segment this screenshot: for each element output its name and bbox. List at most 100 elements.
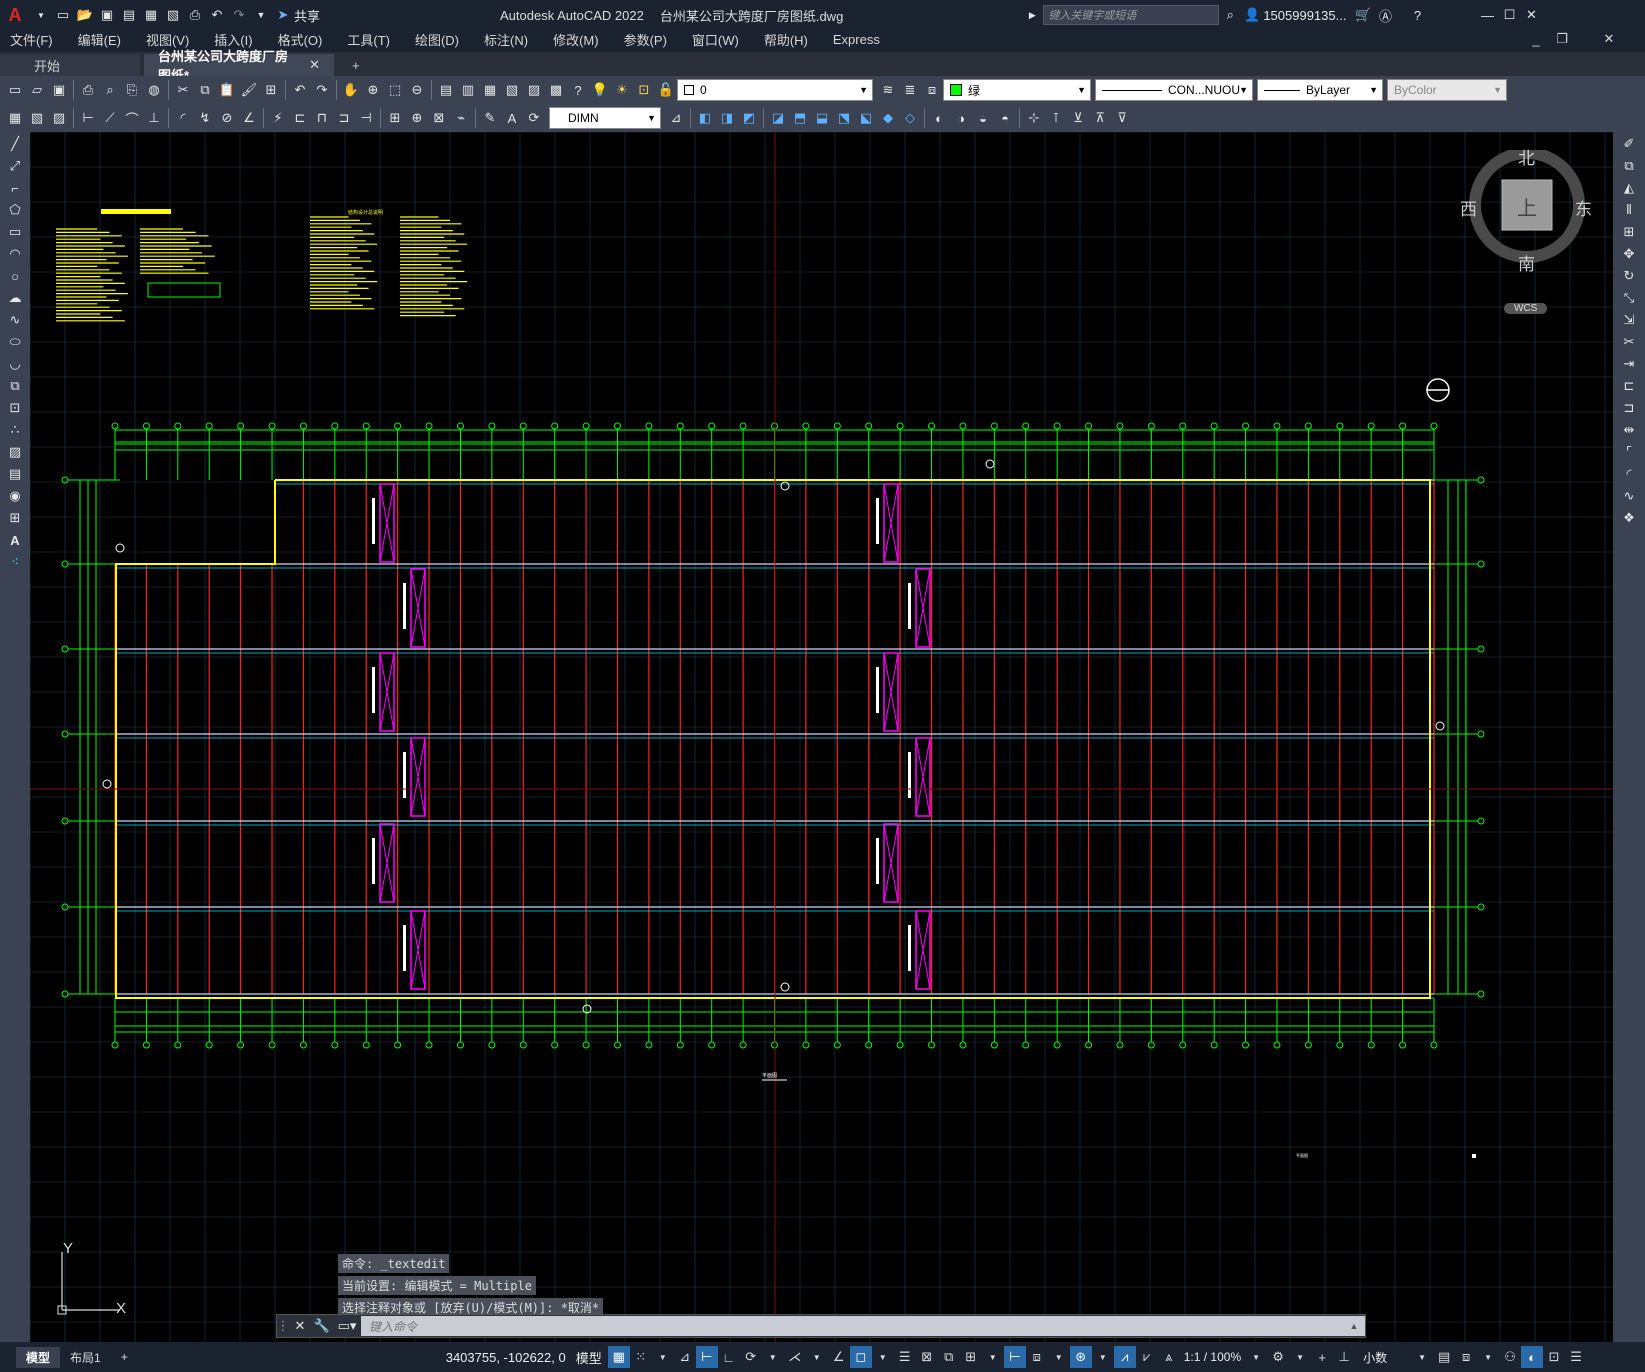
plot-icon[interactable]: ⎙ <box>77 79 99 101</box>
dimstyle-manager-icon[interactable]: ⊿ <box>665 107 687 129</box>
layer-manager-icon[interactable]: ⧈ <box>921 79 943 101</box>
autodesk-a360-icon[interactable]: Ⓐ <box>1374 4 1396 26</box>
workspace-icon[interactable]: ▦ <box>4 107 26 129</box>
customize-icon[interactable]: ▼ <box>250 4 272 26</box>
copy-object-icon[interactable]: ⧉ <box>1617 156 1641 176</box>
make-block-icon[interactable]: ⊡ <box>3 398 27 418</box>
compass-south[interactable]: 南 <box>1518 250 1535 275</box>
join-icon[interactable]: ⇹ <box>1617 420 1641 440</box>
viewcube[interactable]: 北 南 西 东 上 WCS <box>1460 147 1592 330</box>
diameter-dim-icon[interactable]: ⊘ <box>216 107 238 129</box>
command-input[interactable]: 键入命令 <box>361 1316 1343 1336</box>
view-g-icon[interactable]: ⬕ <box>855 107 877 129</box>
doc-close-icon[interactable]: ✕ <box>1598 28 1620 50</box>
compass-west[interactable]: 西 <box>1460 195 1477 220</box>
ucs-b-icon[interactable]: ⊺ <box>1045 107 1067 129</box>
annotation-visibility-icon[interactable]: ⩘ <box>1113 1346 1136 1368</box>
doc-restore-icon[interactable]: ❐ <box>1551 28 1573 50</box>
view-i-icon[interactable]: ◇ <box>899 107 921 129</box>
chevron-up-icon[interactable]: ▲ <box>1343 1316 1365 1336</box>
dynamic-input-icon[interactable]: ⊢ <box>695 1346 718 1368</box>
radius-dim-icon[interactable]: ◜ <box>172 107 194 129</box>
workspace-gear-icon[interactable]: ⚙ <box>1267 1346 1289 1368</box>
units-menu-icon[interactable]: ▼ <box>1411 1346 1433 1368</box>
undo-icon[interactable]: ↶ <box>289 79 311 101</box>
auto-scale-icon[interactable]: ⩗ <box>1136 1346 1158 1368</box>
mtext-icon[interactable]: A <box>3 530 27 550</box>
lock-menu-icon[interactable]: ▼ <box>1477 1346 1499 1368</box>
zoom-realtime-icon[interactable]: ⊕ <box>362 79 384 101</box>
open-icon[interactable]: ▱ <box>26 79 48 101</box>
save-web-icon[interactable]: ▧ <box>162 4 184 26</box>
units-value[interactable]: 小数 <box>1363 1349 1387 1366</box>
erase-icon[interactable]: ✐ <box>1617 134 1641 154</box>
inspect-icon[interactable]: ⊠ <box>428 107 450 129</box>
dim-space-icon[interactable]: ⊐ <box>333 107 355 129</box>
menu-draw[interactable]: 绘图(D) <box>415 30 459 49</box>
tab-start[interactable]: 开始 <box>0 54 140 76</box>
arc-length-icon[interactable]: ⌒ <box>121 107 143 129</box>
model-space-toggle[interactable]: 模型 <box>576 1348 602 1367</box>
minimize-icon[interactable]: — <box>1476 4 1498 26</box>
menu-window[interactable]: 窗口(W) <box>692 30 739 49</box>
trim-icon[interactable]: ✂ <box>1617 332 1641 352</box>
layer-dropdown[interactable]: 0 ▼ <box>677 79 873 101</box>
save-icon[interactable]: ▣ <box>96 4 118 26</box>
calculator-icon[interactable]: ▩ <box>545 79 567 101</box>
revcloud-icon[interactable]: ☁ <box>3 288 27 308</box>
linear-dim-icon[interactable]: ⊢ <box>77 107 99 129</box>
rotate-icon[interactable]: ↻ <box>1617 266 1641 286</box>
color-dropdown[interactable]: 绿 ▼ <box>943 79 1091 101</box>
menu-modify[interactable]: 修改(M) <box>553 30 599 49</box>
cart-icon[interactable]: 🛒 <box>1352 4 1374 26</box>
add-selected-icon[interactable]: ⁖ <box>3 552 27 572</box>
maximize-icon[interactable]: ☐ <box>1498 4 1520 26</box>
preview-icon[interactable]: ⌕ <box>99 79 121 101</box>
tab-model[interactable]: 模型 <box>16 1346 61 1368</box>
pan-icon[interactable]: ✋ <box>340 79 362 101</box>
clean-screen-icon[interactable]: ⊡ <box>1543 1346 1565 1368</box>
copy-icon[interactable]: ⧉ <box>194 79 216 101</box>
menu-express[interactable]: Express <box>833 32 880 47</box>
matchprop-icon[interactable]: 🖌 <box>238 79 260 101</box>
cut-icon[interactable]: ✂ <box>172 79 194 101</box>
line-icon[interactable]: ╱ <box>3 134 27 154</box>
ellipse-arc-icon[interactable]: ◡ <box>3 354 27 374</box>
view-a-icon[interactable]: ◨ <box>716 107 738 129</box>
plotstyle-dropdown[interactable]: ByColor ▼ <box>1387 79 1507 101</box>
share-label[interactable]: 共享 <box>294 6 320 25</box>
add-layout-button[interactable]: + <box>111 1348 138 1366</box>
lock-icon[interactable]: 🔓 <box>655 79 677 101</box>
ortho-icon[interactable]: ∟ <box>718 1346 740 1368</box>
insert-block-icon[interactable]: ⧉ <box>3 376 27 396</box>
open-web-icon[interactable]: ▦ <box>140 4 162 26</box>
dim-edit-icon[interactable]: ✎ <box>479 107 501 129</box>
visual-style-c-icon[interactable]: ◒ <box>972 107 994 129</box>
aligned-dim-icon[interactable]: ⟋ <box>99 107 121 129</box>
extend-icon[interactable]: ⇥ <box>1617 354 1641 374</box>
dropdown-arrow-icon[interactable]: ▼ <box>30 4 52 26</box>
model-space-canvas[interactable]: 结构设计总说明 平面图 平面图 <box>30 132 1613 1342</box>
region-icon[interactable]: ◉ <box>3 486 27 506</box>
view-d-icon[interactable]: ⬒ <box>789 107 811 129</box>
point-icon[interactable]: ∴ <box>3 420 27 440</box>
snap-icon[interactable]: ⁙ <box>630 1346 652 1368</box>
isodraft-menu-icon[interactable]: ▼ <box>806 1346 828 1368</box>
compass-north[interactable]: 北 <box>1518 144 1535 169</box>
properties-icon[interactable]: ▤ <box>435 79 457 101</box>
view-b-icon[interactable]: ◩ <box>738 107 760 129</box>
transparency-icon[interactable]: ⊠ <box>916 1346 938 1368</box>
ucs-e-icon[interactable]: ⊽ <box>1111 107 1133 129</box>
center-mark-icon[interactable]: ⊕ <box>406 107 428 129</box>
object-snap-tracking-icon[interactable]: ∠ <box>828 1346 850 1368</box>
jogged-dim-icon[interactable]: ↯ <box>194 107 216 129</box>
annotation-monitor-icon[interactable]: + <box>1311 1346 1333 1368</box>
plot-icon[interactable]: ⎙ <box>184 4 206 26</box>
hatch-icon[interactable]: ▨ <box>3 442 27 462</box>
visual-style-d-icon[interactable]: ◓ <box>994 107 1016 129</box>
baseline-dim-icon[interactable]: ⊏ <box>289 107 311 129</box>
help-icon[interactable]: ? <box>567 79 589 101</box>
osnap-icon[interactable]: ◻ <box>849 1346 872 1368</box>
undo-icon[interactable]: ↶ <box>206 4 228 26</box>
gizmo-icon[interactable]: ⊛ <box>1069 1346 1092 1368</box>
